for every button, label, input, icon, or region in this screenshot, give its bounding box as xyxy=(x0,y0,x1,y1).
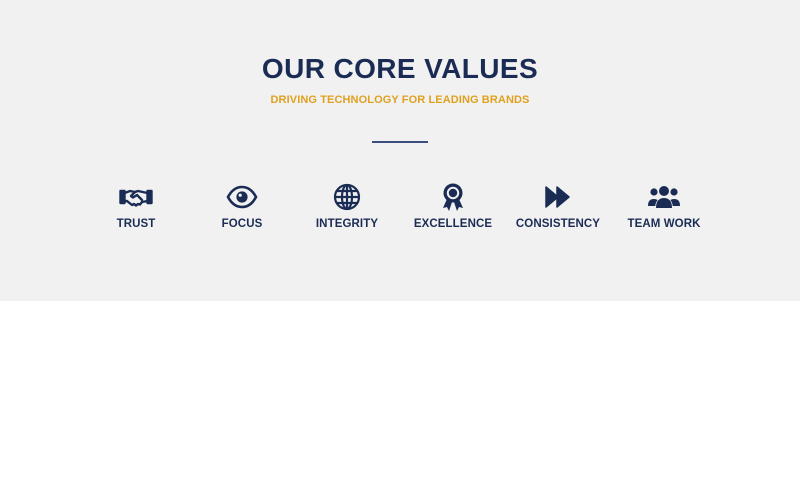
value-item-integrity: INTEGRITY xyxy=(292,182,402,231)
users-group-icon xyxy=(609,182,719,212)
award-ribbon-icon xyxy=(398,182,508,212)
value-item-consistency: CONSISTENCY xyxy=(503,182,613,231)
globe-icon xyxy=(292,182,402,212)
page-body-blank xyxy=(0,301,800,482)
value-item-focus: FOCUS xyxy=(187,182,297,231)
section-title: OUR CORE VALUES xyxy=(261,53,539,84)
handshake-icon xyxy=(81,182,191,212)
value-label: FOCUS xyxy=(221,218,263,230)
value-label: TEAM WORK xyxy=(627,218,701,230)
core-values-section: OUR CORE VALUES DRIVING TECHNOLOGY FOR L… xyxy=(0,0,800,301)
eye-icon xyxy=(187,182,297,212)
section-subtitle: DRIVING TECHNOLOGY FOR LEADING BRANDS xyxy=(270,94,530,106)
value-item-trust: TRUST xyxy=(81,182,191,231)
fast-forward-icon xyxy=(503,182,613,212)
value-item-team-work: TEAM WORK xyxy=(609,182,719,231)
value-label: INTEGRITY xyxy=(315,218,379,230)
value-label: EXCELLENCE xyxy=(413,218,493,230)
value-item-excellence: EXCELLENCE xyxy=(398,182,508,231)
title-divider xyxy=(372,141,428,143)
value-label: TRUST xyxy=(116,218,156,230)
value-label: CONSISTENCY xyxy=(515,218,601,230)
